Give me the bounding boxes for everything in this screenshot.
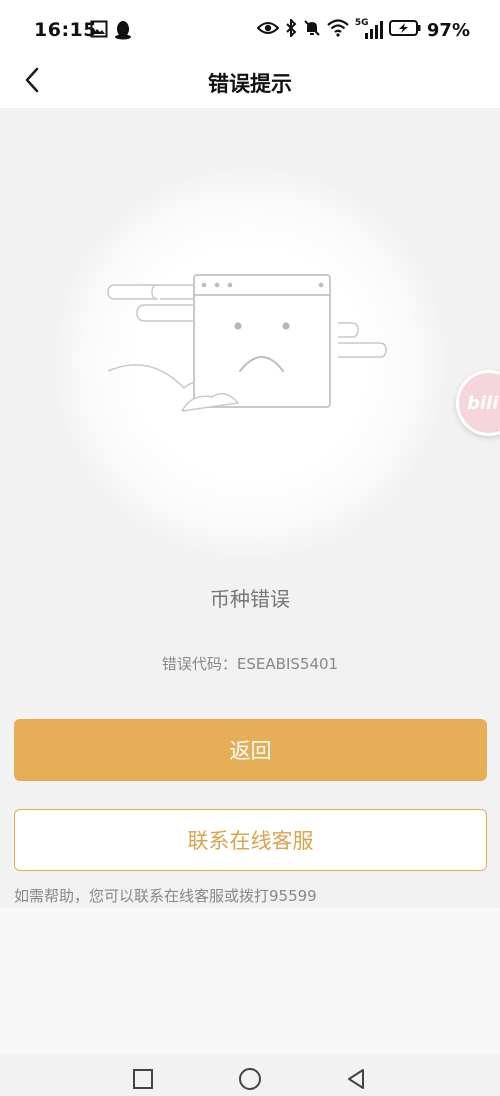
error-content: 币种错误 错误代码：ESEABIS5401 返回 联系在线客服 如需帮助，您可以… xyxy=(0,108,500,908)
qq-penguin-icon xyxy=(114,20,132,44)
status-right-icons: 5G 97% xyxy=(256,17,470,41)
system-nav-bar xyxy=(0,1055,500,1096)
error-title: 币种错误 xyxy=(210,587,290,611)
status-bar: 16:15 5G 97% xyxy=(0,0,500,58)
status-time: 16:15 xyxy=(34,19,97,41)
help-text: 如需帮助，您可以联系在线客服或拨打95599 xyxy=(14,887,317,905)
bilibili-logo-text: bili xyxy=(467,393,499,414)
mute-icon xyxy=(303,19,321,41)
wifi-icon xyxy=(327,19,349,41)
contact-customer-service-button[interactable]: 联系在线客服 xyxy=(14,809,487,871)
eye-icon xyxy=(256,20,280,40)
return-button[interactable]: 返回 xyxy=(14,719,487,781)
page-title: 错误提示 xyxy=(208,72,292,96)
blank-area xyxy=(0,908,500,1055)
recents-square-icon[interactable] xyxy=(131,1067,155,1091)
home-circle-icon[interactable] xyxy=(238,1067,262,1091)
error-code: 错误代码：ESEABIS5401 xyxy=(161,655,339,673)
app-header: 错误提示 xyxy=(0,58,500,108)
signal-icon: 5G xyxy=(355,18,383,40)
status-left-icons xyxy=(90,20,132,44)
battery-percent: 97% xyxy=(426,19,470,41)
sad-browser-illustration xyxy=(107,274,387,412)
back-triangle-icon[interactable] xyxy=(344,1067,368,1091)
bluetooth-icon xyxy=(285,17,297,41)
battery-icon xyxy=(388,19,421,41)
image-icon xyxy=(90,20,108,44)
